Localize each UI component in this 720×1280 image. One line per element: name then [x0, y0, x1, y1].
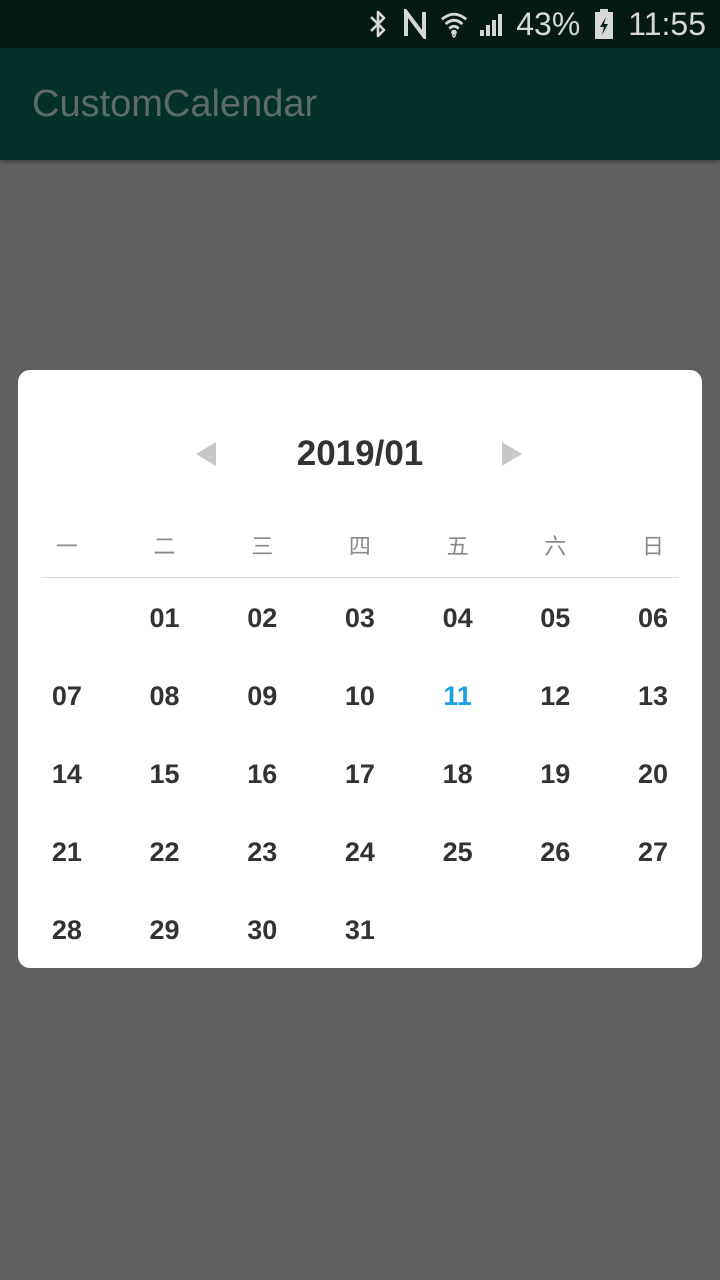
day-cell[interactable]: 13 — [604, 657, 702, 735]
weekday-divider — [41, 577, 678, 578]
day-cell[interactable]: 15 — [116, 735, 214, 813]
day-cell-empty — [409, 891, 507, 969]
calendar-dialog: 2019/01 一 二 三 四 五 六 日 01 02 03 04 05 06 … — [18, 370, 702, 968]
day-cell[interactable]: 14 — [18, 735, 116, 813]
week-row: 28 29 30 31 — [18, 891, 702, 969]
calendar-header: 2019/01 — [18, 430, 702, 478]
day-cell[interactable]: 12 — [506, 657, 604, 735]
day-cell[interactable]: 08 — [116, 657, 214, 735]
nfc-icon — [402, 9, 430, 39]
app-bar: CustomCalendar — [0, 48, 720, 160]
app-title: CustomCalendar — [32, 83, 318, 125]
weekday-label: 二 — [153, 535, 176, 560]
day-cell[interactable]: 24 — [311, 813, 409, 891]
weekday-label: 六 — [544, 535, 567, 560]
week-row: 07 08 09 10 11 12 13 — [18, 657, 702, 735]
day-cell[interactable]: 17 — [311, 735, 409, 813]
weekday-label: 三 — [251, 535, 274, 560]
week-row: 21 22 23 24 25 26 27 — [18, 813, 702, 891]
chevron-right-icon — [502, 442, 522, 466]
weekday-header: 一 二 三 四 五 六 日 — [18, 528, 702, 568]
day-cell[interactable]: 27 — [604, 813, 702, 891]
day-cell-empty — [604, 891, 702, 969]
weekday-label: 一 — [55, 535, 78, 560]
day-cell[interactable]: 09 — [213, 657, 311, 735]
status-bar-right: 43% 11:55 — [364, 0, 706, 48]
weekday-label: 五 — [446, 535, 469, 560]
day-cell[interactable]: 01 — [116, 579, 214, 657]
wifi-icon — [440, 10, 468, 39]
signal-icon — [478, 10, 506, 38]
day-cell[interactable]: 31 — [311, 891, 409, 969]
clock: 11:55 — [628, 6, 706, 42]
day-cell[interactable]: 30 — [213, 891, 311, 969]
day-cell-selected[interactable]: 11 — [409, 657, 507, 735]
day-cell[interactable]: 07 — [18, 657, 116, 735]
battery-icon — [590, 9, 618, 39]
day-cell[interactable]: 20 — [604, 735, 702, 813]
day-cell[interactable]: 18 — [409, 735, 507, 813]
day-cell[interactable]: 21 — [18, 813, 116, 891]
day-cell[interactable]: 10 — [311, 657, 409, 735]
next-month-button[interactable] — [488, 430, 536, 478]
day-cell[interactable]: 16 — [213, 735, 311, 813]
day-cell[interactable]: 05 — [506, 579, 604, 657]
week-row: 01 02 03 04 05 06 — [18, 579, 702, 657]
day-cell[interactable]: 29 — [116, 891, 214, 969]
prev-month-button[interactable] — [182, 430, 230, 478]
day-cell[interactable]: 25 — [409, 813, 507, 891]
week-row: 14 15 16 17 18 19 20 — [18, 735, 702, 813]
day-cell-empty — [18, 579, 116, 657]
day-cell[interactable]: 28 — [18, 891, 116, 969]
day-cell[interactable]: 06 — [604, 579, 702, 657]
battery-percent: 43% — [516, 6, 581, 42]
weekday-label: 日 — [641, 535, 664, 560]
day-cell[interactable]: 19 — [506, 735, 604, 813]
day-cell-empty — [506, 891, 604, 969]
day-cell[interactable]: 26 — [506, 813, 604, 891]
day-cell[interactable]: 04 — [409, 579, 507, 657]
status-bar: 43% 11:55 — [0, 0, 720, 48]
month-title: 2019/01 — [296, 434, 424, 473]
chevron-left-icon — [196, 442, 216, 466]
day-cell[interactable]: 02 — [213, 579, 311, 657]
day-cell[interactable]: 03 — [311, 579, 409, 657]
day-cell[interactable]: 23 — [213, 813, 311, 891]
weekday-label: 四 — [348, 535, 371, 560]
day-cell[interactable]: 22 — [116, 813, 214, 891]
bluetooth-icon — [364, 10, 392, 38]
day-grid: 01 02 03 04 05 06 07 08 09 10 11 12 13 1… — [18, 579, 702, 969]
